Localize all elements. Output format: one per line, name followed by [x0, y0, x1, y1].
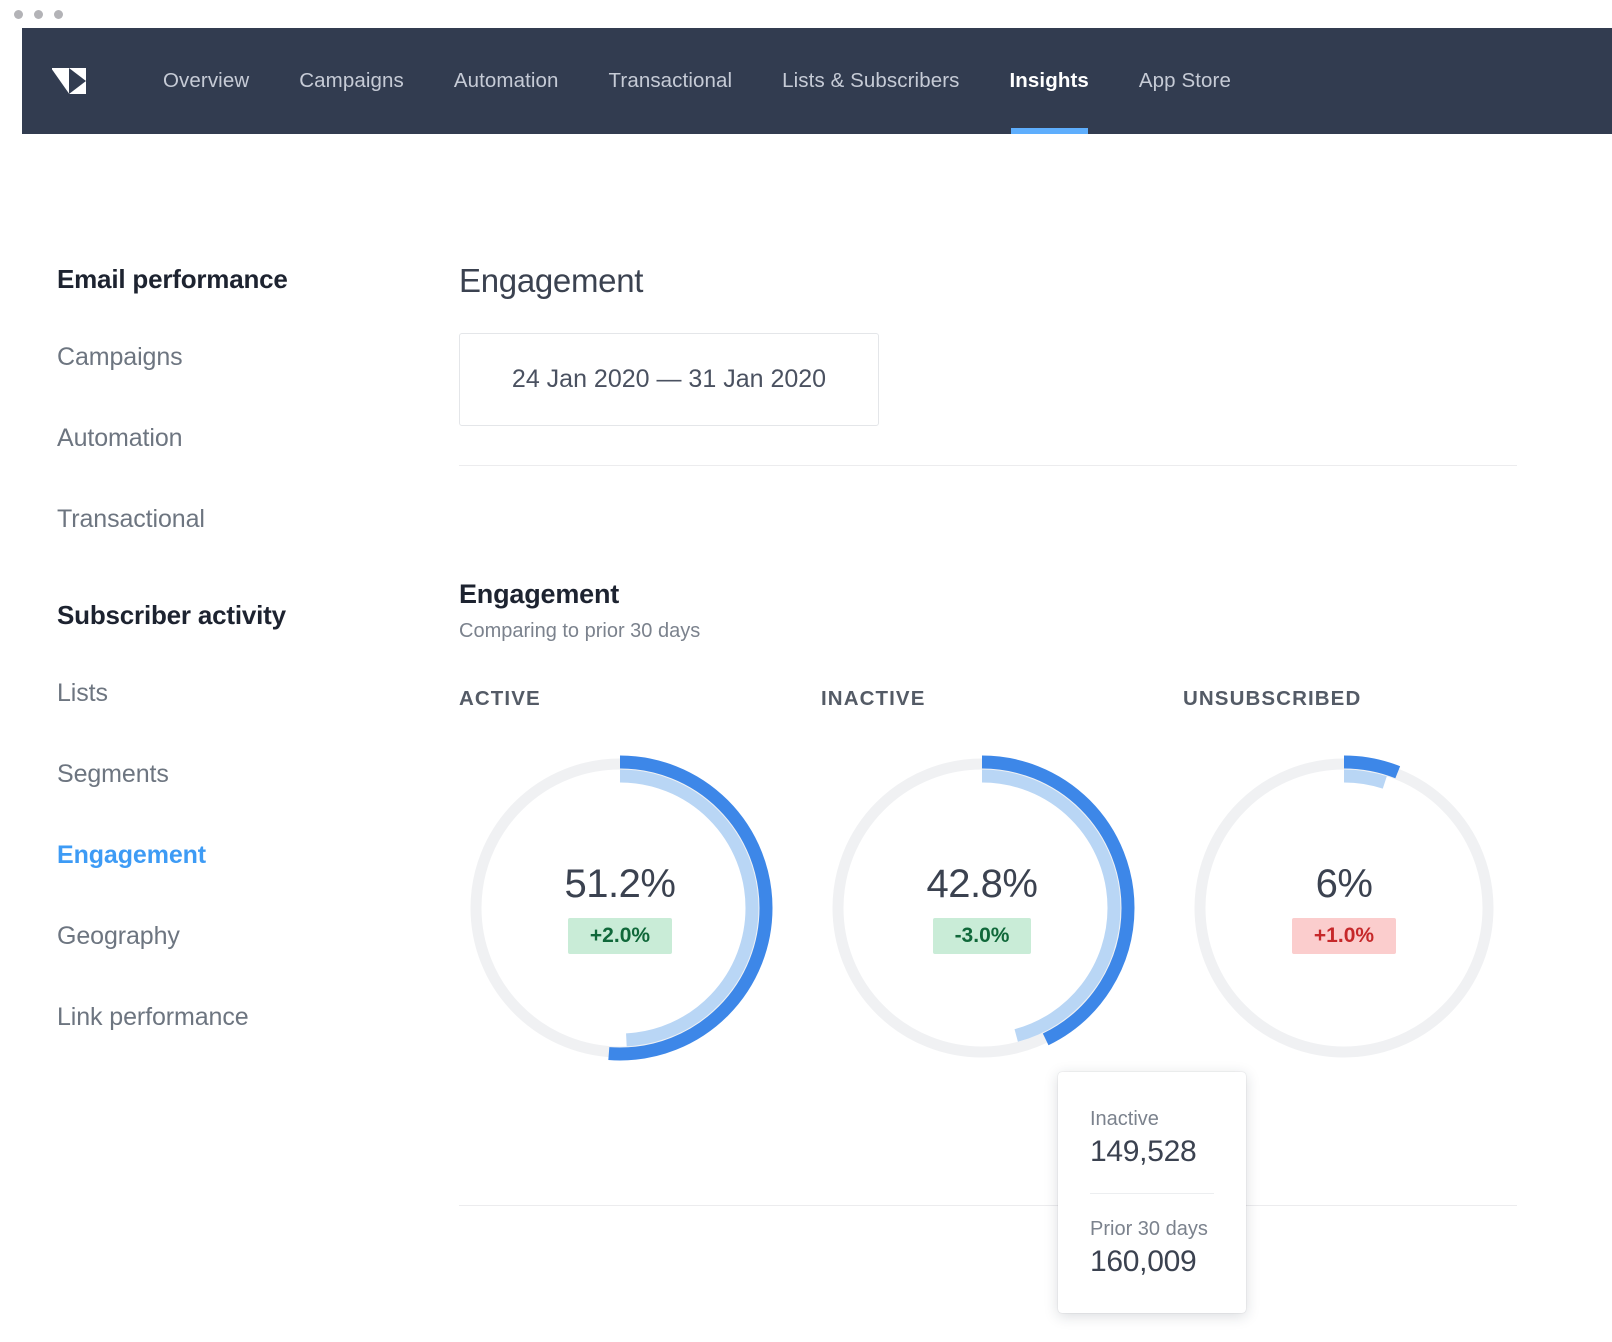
- page-title: Engagement: [459, 262, 1569, 300]
- donut-delta-badge-active: +2.0%: [568, 918, 672, 954]
- donut-chart-unsubscribed[interactable]: 6% +1.0%: [1183, 747, 1505, 1069]
- window-minimize-dot[interactable]: [34, 10, 43, 19]
- donut-cell-inactive: INACTIVE 42.8% -3.0%: [821, 687, 1183, 1069]
- nav-item-automation[interactable]: Automation: [429, 28, 584, 134]
- nav-item-label: Insights: [1010, 69, 1089, 93]
- nav-item-lists-subscribers[interactable]: Lists & Subscribers: [757, 28, 984, 134]
- donut-delta-badge-inactive: -3.0%: [933, 918, 1032, 954]
- tooltip-current-value: 149,528: [1090, 1135, 1214, 1169]
- donut-chart-inactive[interactable]: 42.8% -3.0%: [821, 747, 1143, 1069]
- sidebar-item-campaigns[interactable]: Campaigns: [57, 343, 437, 372]
- nav-item-campaigns[interactable]: Campaigns: [274, 28, 429, 134]
- donut-value-active: 51.2%: [565, 862, 676, 907]
- donut-label-unsubscribed: UNSUBSCRIBED: [1183, 687, 1545, 711]
- date-range-picker[interactable]: 24 Jan 2020 — 31 Jan 2020: [459, 333, 879, 426]
- sidebar: Email performance Campaigns Automation T…: [57, 264, 437, 1084]
- sidebar-item-geography[interactable]: Geography: [57, 922, 437, 951]
- sidebar-item-automation[interactable]: Automation: [57, 424, 437, 453]
- donut-hover-tooltip: Inactive 149,528 Prior 30 days 160,009: [1058, 1072, 1246, 1313]
- donut-chart-active[interactable]: 51.2% +2.0%: [459, 747, 781, 1069]
- app-window: Overview Campaigns Automation Transactio…: [0, 0, 1612, 1342]
- donut-label-active: ACTIVE: [459, 687, 821, 711]
- nav-item-label: Transactional: [609, 69, 733, 93]
- tooltip-prior-value: 160,009: [1090, 1245, 1214, 1279]
- donut-center-active: 51.2% +2.0%: [459, 747, 781, 1069]
- nav-item-transactional[interactable]: Transactional: [584, 28, 758, 134]
- main-column: Engagement 24 Jan 2020 — 31 Jan 2020 Eng…: [459, 262, 1569, 1069]
- nav-item-app-store[interactable]: App Store: [1114, 28, 1256, 134]
- nav-item-label: Lists & Subscribers: [782, 69, 959, 93]
- campaign-monitor-logo-icon[interactable]: [52, 68, 86, 94]
- nav-item-label: Automation: [454, 69, 559, 93]
- sidebar-heading-subscriber-activity: Subscriber activity: [57, 600, 437, 631]
- donut-cell-unsubscribed: UNSUBSCRIBED 6% +1.0%: [1183, 687, 1545, 1069]
- nav-item-insights[interactable]: Insights: [985, 28, 1114, 134]
- nav-item-label: Campaigns: [299, 69, 404, 93]
- window-close-dot[interactable]: [14, 10, 23, 19]
- sidebar-item-engagement[interactable]: Engagement: [57, 841, 437, 870]
- tooltip-prior-label: Prior 30 days: [1090, 1218, 1214, 1241]
- sidebar-item-segments[interactable]: Segments: [57, 760, 437, 789]
- page-content: Email performance Campaigns Automation T…: [22, 134, 1612, 1342]
- sidebar-item-transactional[interactable]: Transactional: [57, 505, 437, 534]
- window-titlebar: [0, 0, 1612, 28]
- sidebar-item-link-performance[interactable]: Link performance: [57, 1003, 437, 1032]
- section-title: Engagement: [459, 579, 1569, 610]
- window-maximize-dot[interactable]: [54, 10, 63, 19]
- nav-item-overview[interactable]: Overview: [138, 28, 274, 134]
- nav-items: Overview Campaigns Automation Transactio…: [138, 28, 1256, 134]
- donut-value-inactive: 42.8%: [927, 862, 1038, 907]
- engagement-section: Engagement Comparing to prior 30 days AC…: [459, 579, 1569, 1069]
- donut-center-inactive: 42.8% -3.0%: [821, 747, 1143, 1069]
- section-bottom-divider: [459, 1205, 1517, 1206]
- section-subtitle: Comparing to prior 30 days: [459, 620, 1569, 643]
- tooltip-current-block: Inactive 149,528: [1058, 1108, 1246, 1169]
- donut-center-unsubscribed: 6% +1.0%: [1183, 747, 1505, 1069]
- donut-row: ACTIVE 51.2% +2.0%: [459, 687, 1569, 1069]
- sidebar-heading-email-performance: Email performance: [57, 264, 437, 295]
- tooltip-prior-block: Prior 30 days 160,009: [1058, 1218, 1246, 1279]
- nav-item-label: Overview: [163, 69, 249, 93]
- donut-value-unsubscribed: 6%: [1316, 862, 1373, 907]
- donut-cell-active: ACTIVE 51.2% +2.0%: [459, 687, 821, 1069]
- donut-delta-badge-unsubscribed: +1.0%: [1292, 918, 1396, 954]
- nav-item-label: App Store: [1139, 69, 1231, 93]
- donut-label-inactive: INACTIVE: [821, 687, 1183, 711]
- sidebar-item-lists[interactable]: Lists: [57, 679, 437, 708]
- date-range-value: 24 Jan 2020 — 31 Jan 2020: [512, 365, 826, 394]
- header-divider: [459, 465, 1517, 466]
- top-navigation-bar: Overview Campaigns Automation Transactio…: [22, 28, 1612, 134]
- tooltip-current-label: Inactive: [1090, 1108, 1214, 1131]
- tooltip-divider: [1090, 1193, 1214, 1194]
